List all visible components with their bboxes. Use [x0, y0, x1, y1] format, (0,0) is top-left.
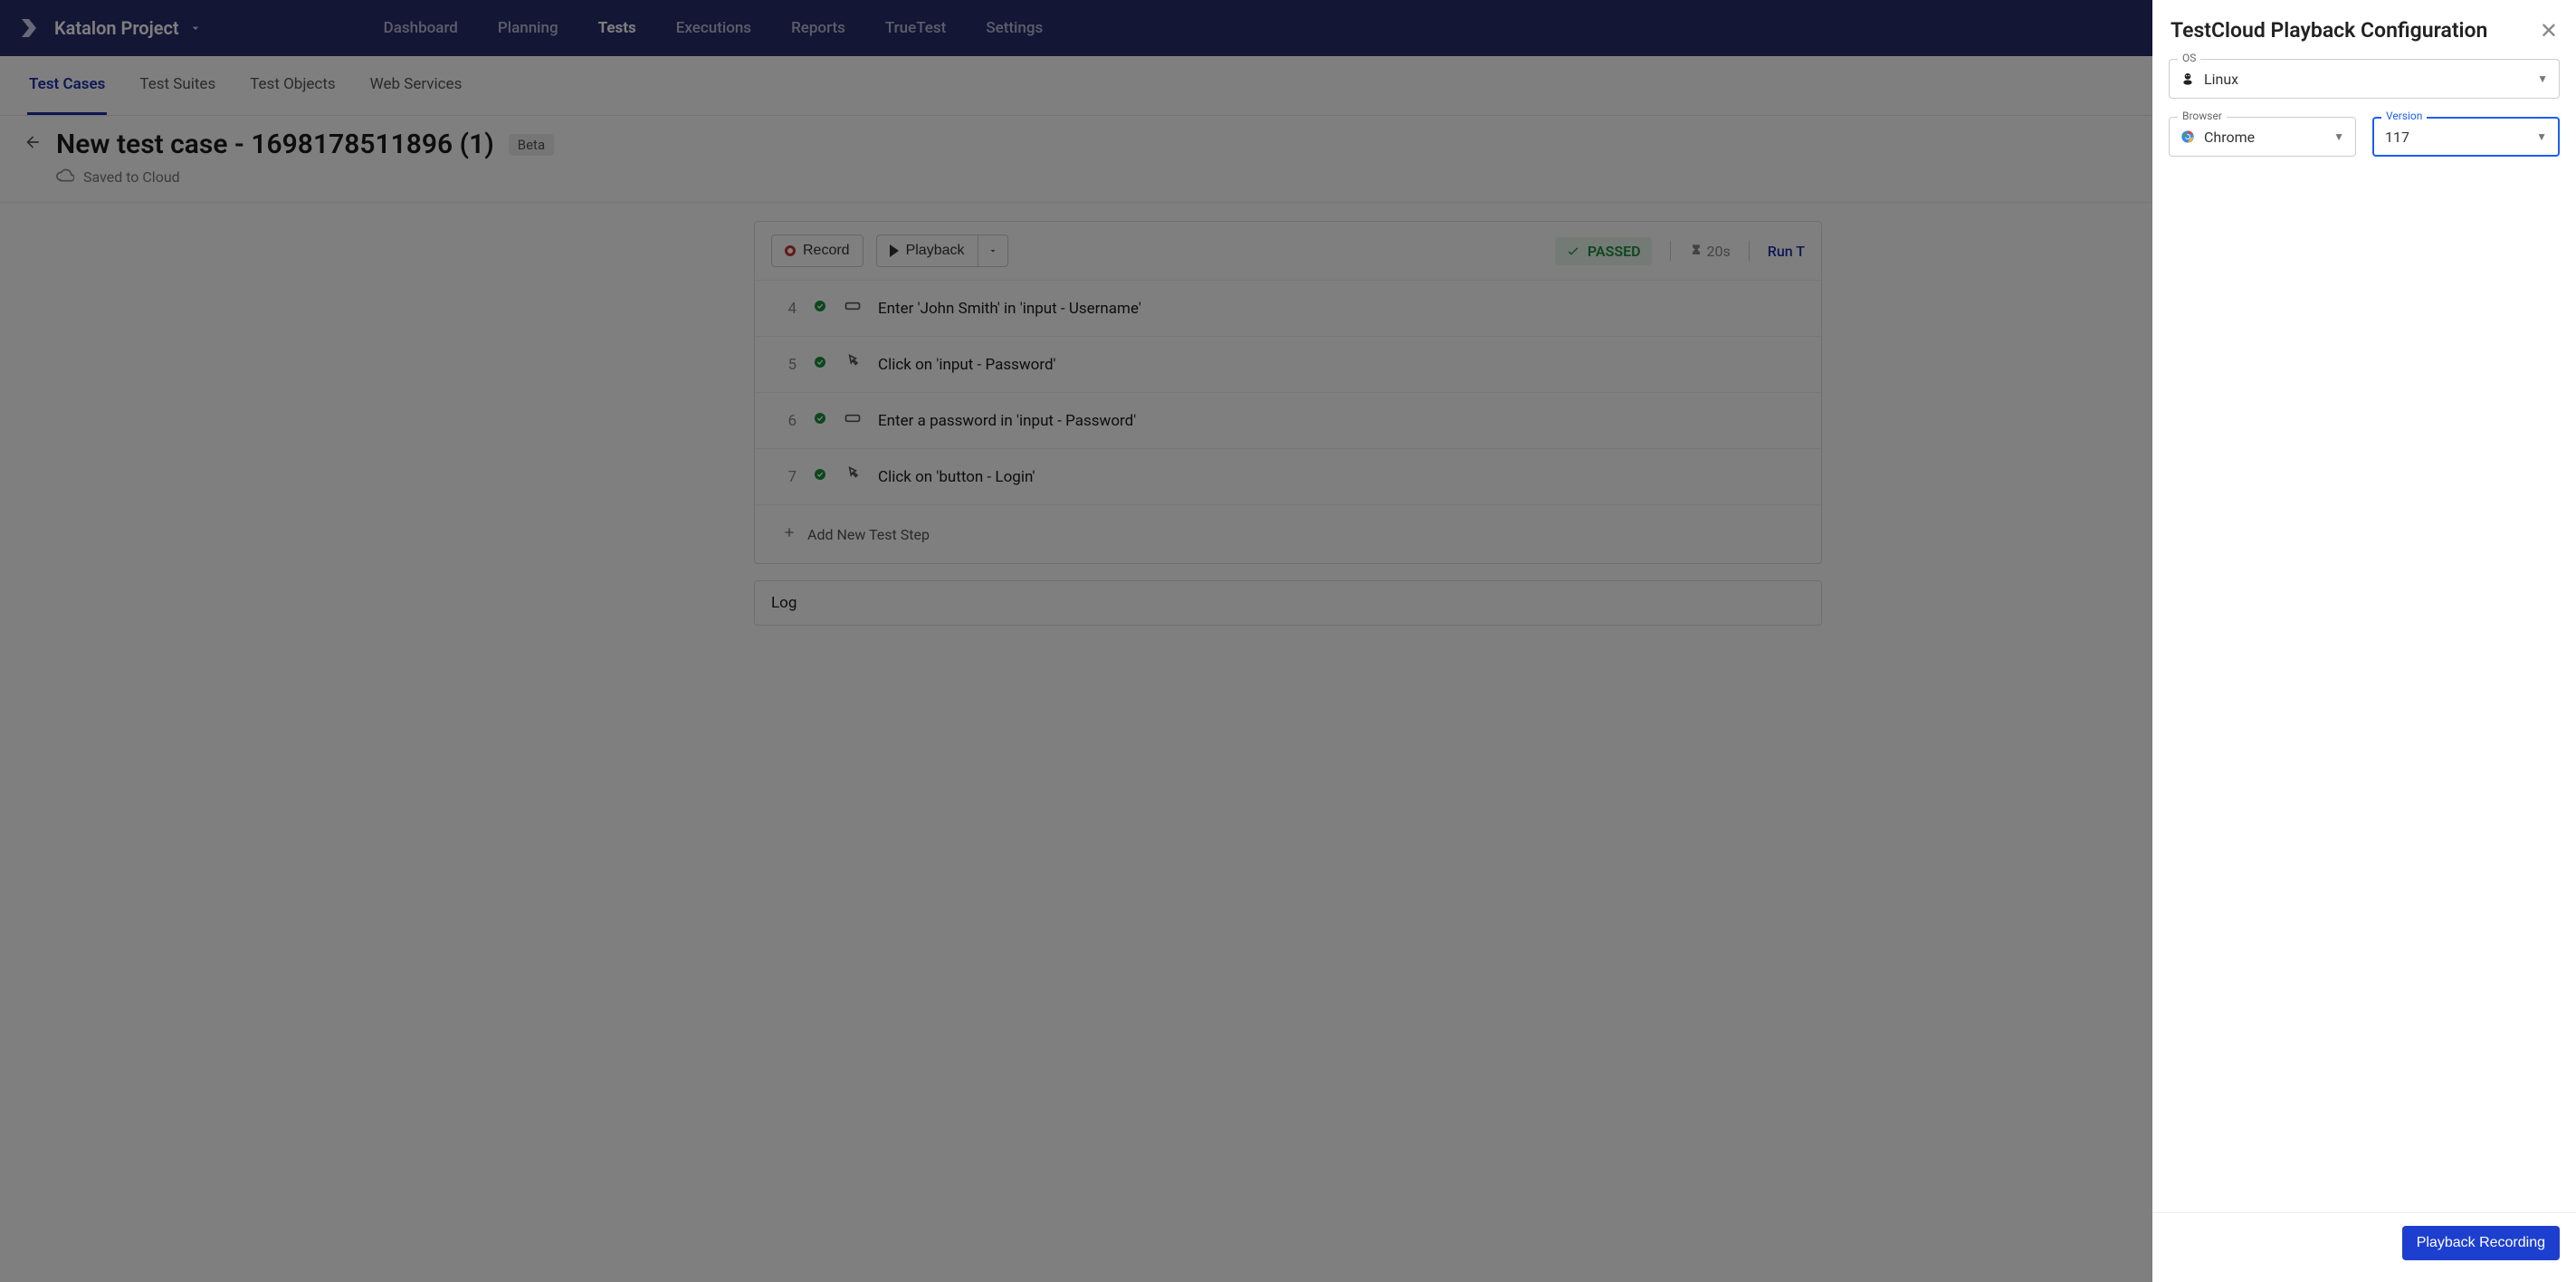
chevron-down-icon: ▼: [2333, 130, 2344, 143]
playback-config-panel: TestCloud Playback Configuration ✕ OS Li…: [2152, 0, 2576, 1282]
playback-recording-button[interactable]: Playback Recording: [2402, 1226, 2560, 1260]
os-value: Linux: [2204, 71, 2238, 88]
version-field-label: Version: [2381, 110, 2427, 122]
linux-icon: [2180, 72, 2195, 86]
version-select[interactable]: 117 ▼: [2372, 117, 2560, 157]
close-icon[interactable]: ✕: [2540, 20, 2558, 42]
browser-value: Chrome: [2204, 129, 2255, 146]
browser-field-label: Browser: [2178, 110, 2227, 122]
version-value: 117: [2385, 129, 2409, 146]
panel-title: TestCloud Playback Configuration: [2171, 18, 2487, 43]
chevron-down-icon: ▼: [2537, 72, 2548, 85]
os-field-label: OS: [2178, 52, 2200, 64]
chevron-down-icon: ▼: [2536, 130, 2547, 143]
chrome-icon: [2180, 129, 2195, 144]
browser-select[interactable]: Chrome ▼: [2169, 117, 2356, 157]
os-select[interactable]: Linux ▼: [2169, 59, 2560, 99]
